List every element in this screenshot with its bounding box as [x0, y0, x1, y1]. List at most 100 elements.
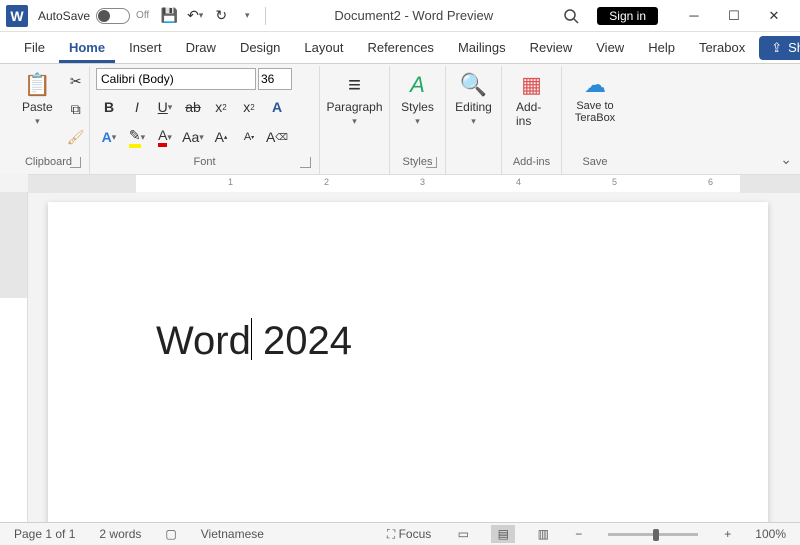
search-icon[interactable]	[557, 4, 585, 28]
font-name-select[interactable]	[96, 68, 256, 90]
document-title: Document2 - Word Preview	[270, 8, 557, 23]
zoom-out-button[interactable]: −	[571, 527, 586, 541]
subscript-button[interactable]: x2	[208, 94, 234, 120]
paragraph-icon: ≡	[348, 72, 361, 98]
text-effects-icon[interactable]: A	[264, 94, 290, 120]
tab-terabox[interactable]: Terabox	[689, 33, 755, 63]
editing-button[interactable]: 🔍 Editing ▾	[447, 68, 500, 131]
zoom-level[interactable]: 100%	[751, 527, 790, 541]
bold-button[interactable]: B	[96, 94, 122, 120]
web-layout-icon[interactable]: ▥	[531, 525, 555, 543]
clipboard-launcher[interactable]	[70, 157, 81, 168]
group-addins: ▦ Add-ins Add-ins	[502, 66, 562, 174]
strikethrough-button[interactable]: ab	[180, 94, 206, 120]
share-button[interactable]: ⇪ Share ▾	[759, 36, 800, 60]
word-count-status[interactable]: 2 words	[95, 527, 145, 541]
group-styles: A Styles ▾ Styles	[390, 66, 446, 174]
minimize-icon[interactable]: ─	[674, 2, 714, 30]
language-status[interactable]: Vietnamese	[197, 527, 268, 541]
zoom-slider[interactable]	[608, 533, 698, 536]
ruler-corner	[0, 174, 28, 192]
title-bar: W AutoSave Off 💾 ↶▾ ↻ ▾ Document2 - Word…	[0, 0, 800, 32]
editing-label: Editing	[455, 100, 492, 114]
tab-mailings[interactable]: Mailings	[448, 33, 516, 63]
superscript-button[interactable]: x2	[236, 94, 262, 120]
zoom-in-button[interactable]: +	[720, 527, 735, 541]
print-layout-icon[interactable]: ▤	[491, 525, 515, 543]
grow-font-icon[interactable]: A▴	[208, 124, 234, 150]
shrink-font-icon[interactable]: A▾	[236, 124, 262, 150]
addins-label: Add-ins	[516, 100, 547, 128]
tab-layout[interactable]: Layout	[294, 33, 353, 63]
ruler-tick: 1	[228, 177, 233, 187]
save-terabox-button[interactable]: ☁ Save to TeraBox	[567, 68, 623, 128]
ruler-tick: 5	[612, 177, 617, 187]
document-workspace: Word 2024	[0, 192, 800, 522]
copy-icon[interactable]: ⧉	[63, 96, 89, 122]
tab-draw[interactable]: Draw	[176, 33, 226, 63]
addins-button[interactable]: ▦ Add-ins	[508, 68, 555, 132]
page[interactable]: Word 2024	[48, 202, 768, 522]
share-label: Share	[788, 40, 800, 55]
change-case-button[interactable]: Aa▾	[180, 124, 206, 150]
focus-mode-button[interactable]: ⛶ Focus	[383, 527, 435, 542]
highlight-icon[interactable]: ✎▾	[124, 124, 150, 150]
tab-home[interactable]: Home	[59, 33, 115, 63]
app-logo: W	[6, 5, 28, 27]
text-effects2-icon[interactable]: A▾	[96, 124, 122, 150]
text-after-cursor: 2024	[252, 319, 352, 363]
collapse-ribbon-icon[interactable]: ⌄	[780, 151, 792, 168]
autosave-control[interactable]: AutoSave Off	[38, 8, 149, 24]
vertical-ruler[interactable]	[0, 192, 28, 522]
tab-help[interactable]: Help	[638, 33, 685, 63]
undo-icon[interactable]: ↶▾	[183, 4, 207, 28]
cloud-icon: ☁	[584, 72, 606, 98]
horizontal-ruler[interactable]: 1 2 3 4 5 6	[28, 174, 800, 192]
document-area[interactable]: Word 2024	[28, 192, 800, 522]
redo-icon[interactable]: ↻	[209, 4, 233, 28]
signin-button[interactable]: Sign in	[597, 7, 658, 25]
chevron-down-icon: ▾	[35, 116, 40, 127]
format-painter-icon[interactable]: 🖌	[63, 124, 89, 150]
cut-icon[interactable]: ✂	[63, 68, 89, 94]
underline-button[interactable]: U▾	[152, 94, 178, 120]
save-group-label: Save	[568, 154, 622, 172]
qat-more-icon[interactable]: ▾	[235, 4, 259, 28]
ruler-tick: 2	[324, 177, 329, 187]
maximize-icon[interactable]: ☐	[714, 2, 754, 30]
paragraph-group-label	[326, 154, 383, 172]
group-paragraph: ≡ Paragraph ▾	[320, 66, 390, 174]
page-number-status[interactable]: Page 1 of 1	[10, 527, 79, 541]
close-icon[interactable]: ✕	[754, 2, 794, 30]
addins-icon: ▦	[521, 72, 542, 98]
addins-group-label: Add-ins	[508, 154, 555, 172]
tab-references[interactable]: References	[357, 33, 443, 63]
group-font: B I U▾ ab x2 x2 A A▾ ✎▾ A▾ Aa▾ A▴ A▾ A⌫	[90, 66, 320, 174]
paragraph-label: Paragraph	[326, 100, 382, 114]
autosave-toggle[interactable]	[96, 8, 130, 24]
italic-button[interactable]: I	[124, 94, 150, 120]
font-color-icon[interactable]: A▾	[152, 124, 178, 150]
paste-button[interactable]: 📋 Paste ▾	[14, 68, 61, 131]
ribbon-tabs: File Home Insert Draw Design Layout Refe…	[0, 32, 800, 64]
styles-launcher[interactable]	[426, 157, 437, 168]
tab-review[interactable]: Review	[520, 33, 583, 63]
tab-design[interactable]: Design	[230, 33, 290, 63]
clear-format-icon[interactable]: A⌫	[264, 124, 290, 150]
read-mode-icon[interactable]: ▭	[451, 525, 475, 543]
tab-file[interactable]: File	[14, 33, 55, 63]
clipboard-icon: 📋	[24, 72, 51, 98]
find-icon: 🔍	[460, 72, 487, 98]
tab-view[interactable]: View	[586, 33, 634, 63]
font-size-select[interactable]	[258, 68, 292, 90]
font-launcher[interactable]	[300, 157, 311, 168]
document-text[interactable]: Word 2024	[156, 316, 352, 365]
separator	[265, 7, 266, 25]
save-icon[interactable]: 💾	[157, 4, 181, 28]
styles-button[interactable]: A Styles ▾	[393, 68, 442, 131]
text-before-cursor: Word	[156, 319, 251, 363]
tab-insert[interactable]: Insert	[119, 33, 172, 63]
proofing-icon[interactable]: ▢	[161, 527, 180, 541]
styles-group-label: Styles	[396, 154, 439, 172]
paragraph-button[interactable]: ≡ Paragraph ▾	[318, 68, 390, 131]
